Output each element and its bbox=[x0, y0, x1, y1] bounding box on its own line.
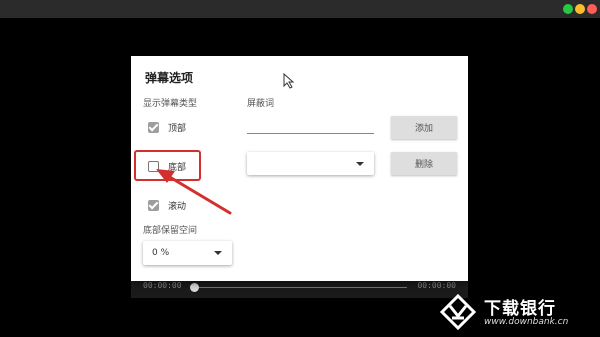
mouse-cursor-icon bbox=[283, 73, 295, 89]
watermark-name: 下载银行 bbox=[484, 299, 556, 319]
watermark: 下载银行 www.downbank.cn bbox=[440, 290, 600, 337]
downbank-logo-icon bbox=[440, 294, 476, 330]
annotation-arrow-icon bbox=[156, 169, 232, 215]
watermark-url: www.downbank.cn bbox=[484, 317, 569, 327]
